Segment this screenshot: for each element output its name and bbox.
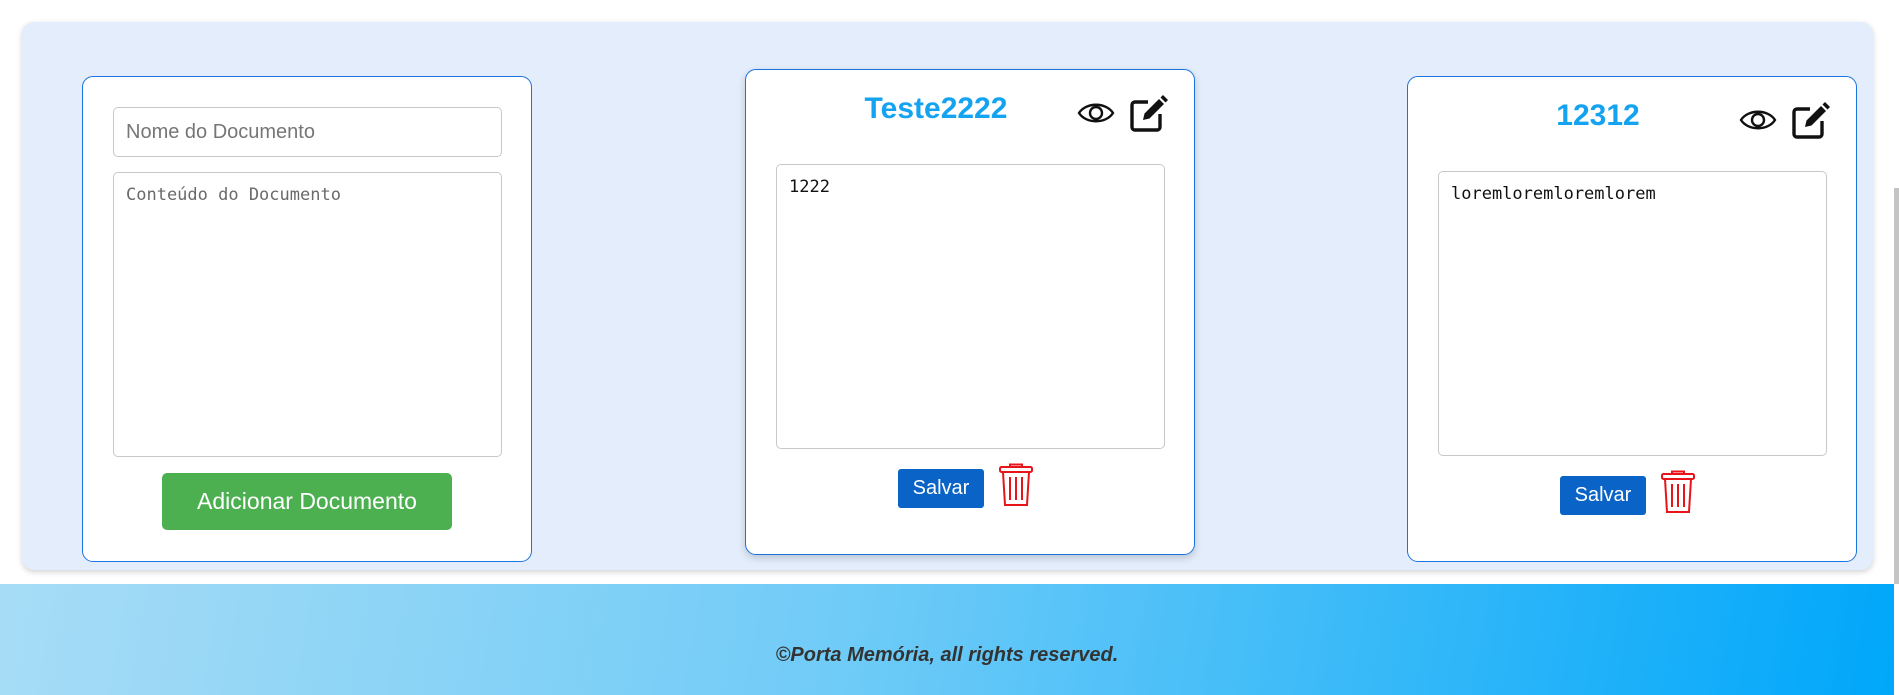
scrollbar-thumb[interactable] [1894, 188, 1899, 584]
edit-button[interactable] [1790, 101, 1830, 141]
document-card: 12312 loremloremloremlorem Salvar [1407, 76, 1857, 562]
view-button[interactable] [1076, 98, 1116, 128]
document-title: Teste2222 [864, 92, 1008, 125]
edit-icon [1130, 95, 1168, 132]
new-document-card: Adicionar Documento [82, 76, 532, 562]
edit-icon [1792, 102, 1830, 139]
footer: ©Porta Memória, all rights reserved. [0, 584, 1894, 695]
edit-button[interactable] [1128, 94, 1168, 134]
trash-icon [1661, 470, 1695, 513]
trash-icon [999, 463, 1033, 506]
delete-button[interactable] [1660, 469, 1696, 515]
document-content-textarea[interactable] [113, 172, 502, 457]
document-content-textarea[interactable]: loremloremloremlorem [1438, 171, 1827, 456]
add-document-button[interactable]: Adicionar Documento [162, 473, 452, 530]
eye-icon [1739, 110, 1777, 130]
documents-panel: Adicionar Documento Teste2222 1222 Salva… [22, 22, 1873, 570]
document-name-input[interactable] [113, 107, 502, 157]
delete-button[interactable] [998, 462, 1034, 508]
save-button[interactable]: Salvar [1560, 476, 1646, 515]
document-content-textarea[interactable]: 1222 [776, 164, 1165, 449]
document-title: 12312 [1556, 99, 1640, 132]
document-card: Teste2222 1222 Salvar [745, 69, 1195, 555]
save-button[interactable]: Salvar [898, 469, 984, 508]
copyright-text: ©Porta Memória, all rights reserved. [775, 644, 1119, 666]
eye-icon [1077, 103, 1115, 123]
view-button[interactable] [1738, 105, 1778, 135]
